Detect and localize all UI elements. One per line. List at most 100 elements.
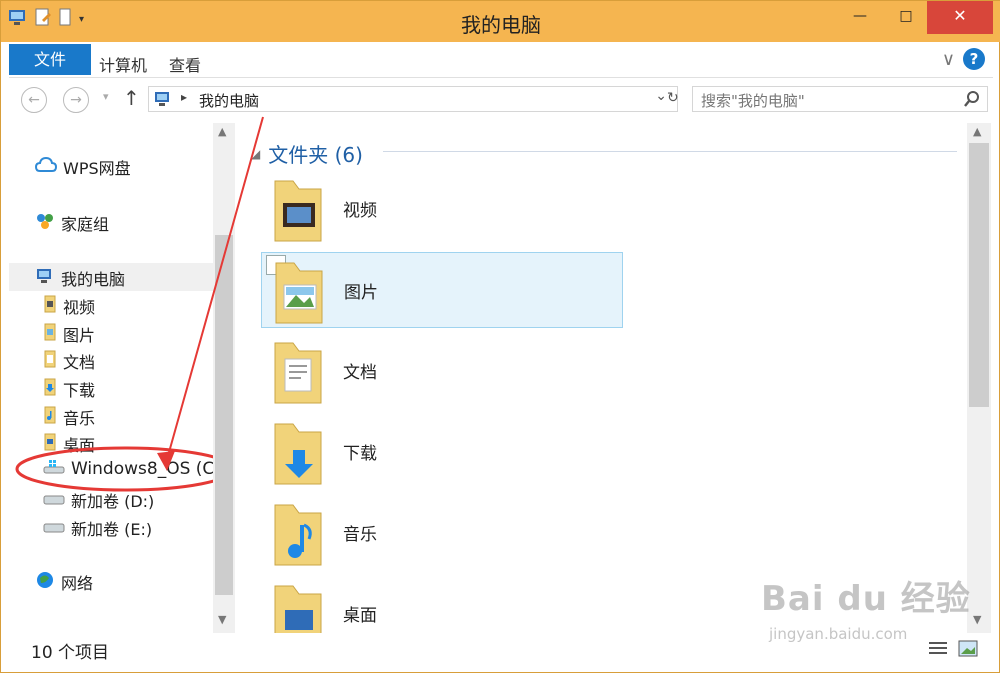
sidebar-item-label: 音乐 [63,409,96,428]
maximize-button[interactable]: □ [883,1,929,34]
sidebar-item-downloads[interactable]: 下载 [43,377,95,401]
content-pane: ◢ 文件夹 (6) 视频 图片 文档 下载 音乐 桌面 [237,123,967,633]
download-folder-icon [271,420,325,492]
scrollbar-thumb[interactable] [969,143,989,407]
folder-item-documents[interactable]: 文档 [261,333,621,409]
folder-label: 文档 [343,363,377,383]
network-icon [35,570,55,594]
scroll-up-arrow-icon[interactable]: ▲ [218,125,226,138]
sidebar-item-label: Windows8_OS (C: [71,459,213,479]
address-bar[interactable]: ▸ 我的电脑 ⌄ [148,86,678,112]
recent-locations-button[interactable]: ▾ [103,90,109,103]
folder-item-downloads[interactable]: 下载 [261,414,621,490]
navigation-pane: WPS网盘 家庭组 我的电脑 视频 图片 文档 下载 音乐 桌面 Windows… [9,123,213,633]
details-view-icon[interactable] [927,639,949,663]
folder-item-desktop[interactable]: 桌面 [261,576,621,633]
sidebar-item-label: 视频 [63,298,96,317]
sidebar-item-videos[interactable]: 视频 [43,294,95,318]
document-folder-icon [43,350,57,372]
sidebar-item-documents[interactable]: 文档 [43,349,95,373]
minimize-button[interactable]: — [837,1,883,34]
scroll-up-arrow-icon[interactable]: ▲ [973,125,981,138]
document-folder-icon [271,339,325,411]
watermark-main-text: Bai du 经验 [761,579,971,619]
search-input[interactable]: 搜索"我的电脑" [701,90,805,111]
folder-item-videos[interactable]: 视频 [261,171,621,247]
large-icons-view-icon[interactable] [957,639,979,663]
sidebar-item-drive-d[interactable]: 新加卷 (D:) [43,488,154,512]
search-box[interactable]: 搜索"我的电脑" [692,86,988,112]
sidebar-item-music[interactable]: 音乐 [43,405,95,429]
sidebar-item-network[interactable]: 网络 [35,570,93,594]
music-folder-icon [271,501,325,573]
scroll-down-arrow-icon[interactable]: ▼ [973,613,981,626]
folder-label: 桌面 [343,606,377,626]
tab-view[interactable]: 查看 [169,52,201,76]
tab-file[interactable]: 文件 [9,44,91,75]
forward-button[interactable]: → [63,87,89,113]
folder-item-music[interactable]: 音乐 [261,495,621,571]
item-count: 10 个项目 [31,643,110,663]
drive-icon [43,491,65,510]
download-folder-icon [43,378,57,400]
folder-label: 视频 [343,201,377,221]
folder-item-pictures[interactable]: 图片 [261,252,623,328]
sidebar-item-computer[interactable]: 我的电脑 [35,266,125,290]
title-bar[interactable]: ▾ 我的电脑 — □ ✕ [1,1,1000,42]
tab-computer[interactable]: 计算机 [99,52,147,76]
computer-icon [153,90,173,112]
content-scrollbar[interactable]: ▲ ▼ [967,123,991,633]
ribbon-expand-icon[interactable]: ∨ [942,49,955,70]
back-button[interactable]: ← [21,87,47,113]
cloud-icon [34,156,58,177]
folder-label: 图片 [344,283,378,303]
music-folder-icon [43,406,57,428]
scrollbar-thumb[interactable] [215,235,233,595]
search-icon[interactable] [963,90,981,112]
ribbon: 文件 计算机 查看 ∨ ? [9,42,993,75]
sidebar-item-label: 下载 [63,381,96,400]
sidebar-item-label: 文档 [63,353,96,372]
sidebar-item-label: 网络 [61,574,94,593]
annotation-overlay [15,446,213,492]
baidu-watermark: Bai du 经验 jingyan.baidu.com [761,571,971,643]
windows-drive-icon [43,459,65,479]
sidebar-item-label: 新加卷 (D:) [71,492,155,511]
folder-label: 音乐 [343,525,377,545]
video-folder-icon [271,177,325,249]
sidebar-item-wps[interactable]: WPS网盘 [34,155,131,179]
up-button[interactable]: ↑ [123,86,140,110]
sidebar-item-pictures[interactable]: 图片 [43,322,95,346]
drive-icon [43,519,65,538]
group-title: 文件夹 (6) [268,143,363,167]
sidebar-item-label: 图片 [63,326,96,345]
video-folder-icon [43,295,57,317]
homegroup-icon [35,212,55,234]
sidebar-item-label: 家庭组 [61,215,110,234]
collapse-triangle-icon[interactable]: ◢ [251,147,260,161]
sidebar-item-drive-c[interactable]: Windows8_OS (C: [43,459,213,479]
address-dropdown-icon[interactable]: ⌄ [655,88,667,104]
group-divider [383,151,957,152]
sidebar-item-drive-e[interactable]: 新加卷 (E:) [43,516,152,540]
watermark-sub-text: jingyan.baidu.com [769,625,908,643]
navigation-pane-scrollbar[interactable]: ▲ ▼ [213,123,235,633]
explorer-window: ▾ 我的电脑 — □ ✕ 文件 计算机 查看 ∨ ? ← → ▾ ↑ ▸ 我的电… [0,0,1000,673]
folder-label: 下载 [343,444,377,464]
address-text[interactable]: 我的电脑 [199,90,259,111]
sidebar-item-homegroup[interactable]: 家庭组 [35,211,109,235]
navigation-bar: ← → ▾ ↑ ▸ 我的电脑 ⌄ ↻ 搜索"我的电脑" [9,77,993,122]
close-button[interactable]: ✕ [927,1,993,34]
scroll-down-arrow-icon[interactable]: ▼ [218,613,226,626]
picture-folder-icon [43,323,57,345]
sidebar-item-label: 新加卷 (E:) [71,520,153,539]
group-header[interactable]: ◢ 文件夹 (6) [251,139,363,168]
refresh-button[interactable]: ↻ [667,90,679,106]
desktop-folder-icon [271,582,325,633]
sidebar-item-label: 桌面 [63,436,96,455]
sidebar-item-desktop[interactable]: 桌面 [43,432,95,456]
sidebar-item-label: 我的电脑 [61,270,126,289]
address-separator[interactable]: ▸ [181,90,187,104]
picture-folder-icon [272,259,326,331]
help-button[interactable]: ? [963,48,985,70]
